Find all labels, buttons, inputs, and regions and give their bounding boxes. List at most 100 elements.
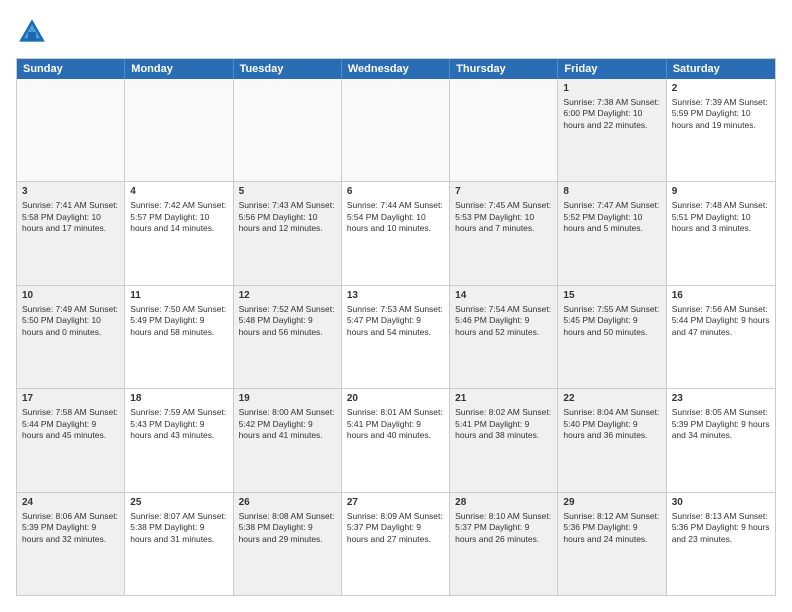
calendar: SundayMondayTuesdayWednesdayThursdayFrid… xyxy=(16,58,776,596)
calendar-cell-r3-c4: 21Sunrise: 8:02 AM Sunset: 5:41 PM Dayli… xyxy=(450,389,558,491)
calendar-cell-r1-c3: 6 Sunrise: 7:44 AM Sunset: 5:54 PM Daylig… xyxy=(342,182,450,284)
day-number: 26 xyxy=(239,496,336,509)
day-info: Sunrise: 7:38 AM Sunset: 6:00 PM Dayligh… xyxy=(563,97,660,131)
calendar-cell-r1-c0: 3 Sunrise: 7:41 AM Sunset: 5:58 PM Daylig… xyxy=(17,182,125,284)
header xyxy=(16,16,776,48)
calendar-cell-r1-c1: 4 Sunrise: 7:42 AM Sunset: 5:57 PM Daylig… xyxy=(125,182,233,284)
day-info: Sunrise: 7:59 AM Sunset: 5:43 PM Dayligh… xyxy=(130,407,227,441)
day-info: Sunrise: 7:39 AM Sunset: 5:59 PM Dayligh… xyxy=(672,97,770,131)
day-number: 29 xyxy=(563,496,660,509)
day-number: 20 xyxy=(347,392,444,405)
calendar-cell-r3-c2: 19 Sunrise: 8:00 AM Sunset: 5:42 PM Dayli… xyxy=(234,389,342,491)
day-info: Sunrise: 7:47 AM Sunset: 5:52 PM Dayligh… xyxy=(563,200,660,234)
calendar-cell-r0-c0 xyxy=(17,79,125,181)
day-info: Sunrise: 7:45 AM Sunset: 5:53 PM Dayligh… xyxy=(455,200,552,234)
calendar-cell-r3-c5: 22 Sunrise: 8:04 AM Sunset: 5:40 PM Dayli… xyxy=(558,389,666,491)
day-number: 19 xyxy=(239,392,336,405)
day-info: Sunrise: 7:42 AM Sunset: 5:57 PM Dayligh… xyxy=(130,200,227,234)
calendar-cell-r0-c5: 1 Sunrise: 7:38 AM Sunset: 6:00 PM Daylig… xyxy=(558,79,666,181)
day-number: 30 xyxy=(672,496,770,509)
day-number: 14 xyxy=(455,289,552,302)
calendar-cell-r1-c4: 7 Sunrise: 7:45 AM Sunset: 5:53 PM Daylig… xyxy=(450,182,558,284)
calendar-cell-r0-c1 xyxy=(125,79,233,181)
calendar-cell-r3-c0: 17 Sunrise: 7:58 AM Sunset: 5:44 PM Dayli… xyxy=(17,389,125,491)
calendar-row-3: 10Sunrise: 7:49 AM Sunset: 5:50 PM Dayli… xyxy=(17,285,775,388)
day-number: 17 xyxy=(22,392,119,405)
day-info: Sunrise: 7:44 AM Sunset: 5:54 PM Dayligh… xyxy=(347,200,444,234)
day-info: Sunrise: 8:06 AM Sunset: 5:39 PM Dayligh… xyxy=(22,511,119,545)
day-info: Sunrise: 8:07 AM Sunset: 5:38 PM Dayligh… xyxy=(130,511,227,545)
day-number: 15 xyxy=(563,289,660,302)
logo xyxy=(16,16,52,48)
calendar-cell-r2-c6: 16 Sunrise: 7:56 AM Sunset: 5:44 PM Dayli… xyxy=(667,286,775,388)
weekday-header-wednesday: Wednesday xyxy=(342,59,450,79)
calendar-cell-r0-c2 xyxy=(234,79,342,181)
logo-icon xyxy=(16,16,48,48)
calendar-cell-r2-c5: 15 Sunrise: 7:55 AM Sunset: 5:45 PM Dayli… xyxy=(558,286,666,388)
calendar-cell-r4-c6: 30 Sunrise: 8:13 AM Sunset: 5:36 PM Dayli… xyxy=(667,493,775,595)
day-number: 3 xyxy=(22,185,119,198)
day-number: 23 xyxy=(672,392,770,405)
calendar-cell-r2-c0: 10Sunrise: 7:49 AM Sunset: 5:50 PM Dayli… xyxy=(17,286,125,388)
day-info: Sunrise: 8:10 AM Sunset: 5:37 PM Dayligh… xyxy=(455,511,552,545)
day-number: 27 xyxy=(347,496,444,509)
day-number: 13 xyxy=(347,289,444,302)
calendar-row-1: 1 Sunrise: 7:38 AM Sunset: 6:00 PM Daylig… xyxy=(17,79,775,181)
calendar-row-2: 3 Sunrise: 7:41 AM Sunset: 5:58 PM Daylig… xyxy=(17,181,775,284)
calendar-cell-r4-c5: 29Sunrise: 8:12 AM Sunset: 5:36 PM Dayli… xyxy=(558,493,666,595)
calendar-cell-r4-c3: 27Sunrise: 8:09 AM Sunset: 5:37 PM Dayli… xyxy=(342,493,450,595)
day-info: Sunrise: 7:54 AM Sunset: 5:46 PM Dayligh… xyxy=(455,304,552,338)
day-info: Sunrise: 7:48 AM Sunset: 5:51 PM Dayligh… xyxy=(672,200,770,234)
calendar-cell-r4-c4: 28 Sunrise: 8:10 AM Sunset: 5:37 PM Dayli… xyxy=(450,493,558,595)
calendar-cell-r2-c4: 14 Sunrise: 7:54 AM Sunset: 5:46 PM Dayli… xyxy=(450,286,558,388)
day-number: 22 xyxy=(563,392,660,405)
day-info: Sunrise: 8:13 AM Sunset: 5:36 PM Dayligh… xyxy=(672,511,770,545)
calendar-row-4: 17 Sunrise: 7:58 AM Sunset: 5:44 PM Dayli… xyxy=(17,388,775,491)
day-number: 6 xyxy=(347,185,444,198)
day-info: Sunrise: 8:00 AM Sunset: 5:42 PM Dayligh… xyxy=(239,407,336,441)
day-number: 1 xyxy=(563,82,660,95)
day-number: 24 xyxy=(22,496,119,509)
day-number: 7 xyxy=(455,185,552,198)
calendar-cell-r3-c1: 18 Sunrise: 7:59 AM Sunset: 5:43 PM Dayli… xyxy=(125,389,233,491)
day-info: Sunrise: 7:41 AM Sunset: 5:58 PM Dayligh… xyxy=(22,200,119,234)
weekday-header-thursday: Thursday xyxy=(450,59,558,79)
weekday-header-friday: Friday xyxy=(558,59,666,79)
day-info: Sunrise: 7:43 AM Sunset: 5:56 PM Dayligh… xyxy=(239,200,336,234)
calendar-cell-r2-c2: 12 Sunrise: 7:52 AM Sunset: 5:48 PM Dayli… xyxy=(234,286,342,388)
calendar-cell-r1-c6: 9Sunrise: 7:48 AM Sunset: 5:51 PM Daylig… xyxy=(667,182,775,284)
day-number: 12 xyxy=(239,289,336,302)
weekday-header-saturday: Saturday xyxy=(667,59,775,79)
day-info: Sunrise: 8:08 AM Sunset: 5:38 PM Dayligh… xyxy=(239,511,336,545)
day-number: 4 xyxy=(130,185,227,198)
day-info: Sunrise: 7:50 AM Sunset: 5:49 PM Dayligh… xyxy=(130,304,227,338)
calendar-cell-r0-c6: 2Sunrise: 7:39 AM Sunset: 5:59 PM Daylig… xyxy=(667,79,775,181)
day-number: 10 xyxy=(22,289,119,302)
day-number: 18 xyxy=(130,392,227,405)
calendar-cell-r0-c4 xyxy=(450,79,558,181)
day-info: Sunrise: 8:02 AM Sunset: 5:41 PM Dayligh… xyxy=(455,407,552,441)
day-info: Sunrise: 7:52 AM Sunset: 5:48 PM Dayligh… xyxy=(239,304,336,338)
day-info: Sunrise: 8:04 AM Sunset: 5:40 PM Dayligh… xyxy=(563,407,660,441)
calendar-header: SundayMondayTuesdayWednesdayThursdayFrid… xyxy=(17,59,775,79)
calendar-cell-r2-c1: 11Sunrise: 7:50 AM Sunset: 5:49 PM Dayli… xyxy=(125,286,233,388)
day-info: Sunrise: 7:58 AM Sunset: 5:44 PM Dayligh… xyxy=(22,407,119,441)
calendar-cell-r4-c2: 26 Sunrise: 8:08 AM Sunset: 5:38 PM Dayli… xyxy=(234,493,342,595)
calendar-cell-r0-c3 xyxy=(342,79,450,181)
calendar-cell-r1-c2: 5 Sunrise: 7:43 AM Sunset: 5:56 PM Daylig… xyxy=(234,182,342,284)
calendar-cell-r3-c6: 23Sunrise: 8:05 AM Sunset: 5:39 PM Dayli… xyxy=(667,389,775,491)
day-number: 28 xyxy=(455,496,552,509)
weekday-header-sunday: Sunday xyxy=(17,59,125,79)
day-info: Sunrise: 8:01 AM Sunset: 5:41 PM Dayligh… xyxy=(347,407,444,441)
day-number: 5 xyxy=(239,185,336,198)
day-info: Sunrise: 7:55 AM Sunset: 5:45 PM Dayligh… xyxy=(563,304,660,338)
calendar-row-5: 24 Sunrise: 8:06 AM Sunset: 5:39 PM Dayli… xyxy=(17,492,775,595)
day-number: 16 xyxy=(672,289,770,302)
weekday-header-tuesday: Tuesday xyxy=(234,59,342,79)
calendar-cell-r4-c1: 25 Sunrise: 8:07 AM Sunset: 5:38 PM Dayli… xyxy=(125,493,233,595)
day-info: Sunrise: 7:53 AM Sunset: 5:47 PM Dayligh… xyxy=(347,304,444,338)
page: SundayMondayTuesdayWednesdayThursdayFrid… xyxy=(0,0,792,612)
day-number: 25 xyxy=(130,496,227,509)
day-info: Sunrise: 7:56 AM Sunset: 5:44 PM Dayligh… xyxy=(672,304,770,338)
calendar-cell-r4-c0: 24 Sunrise: 8:06 AM Sunset: 5:39 PM Dayli… xyxy=(17,493,125,595)
